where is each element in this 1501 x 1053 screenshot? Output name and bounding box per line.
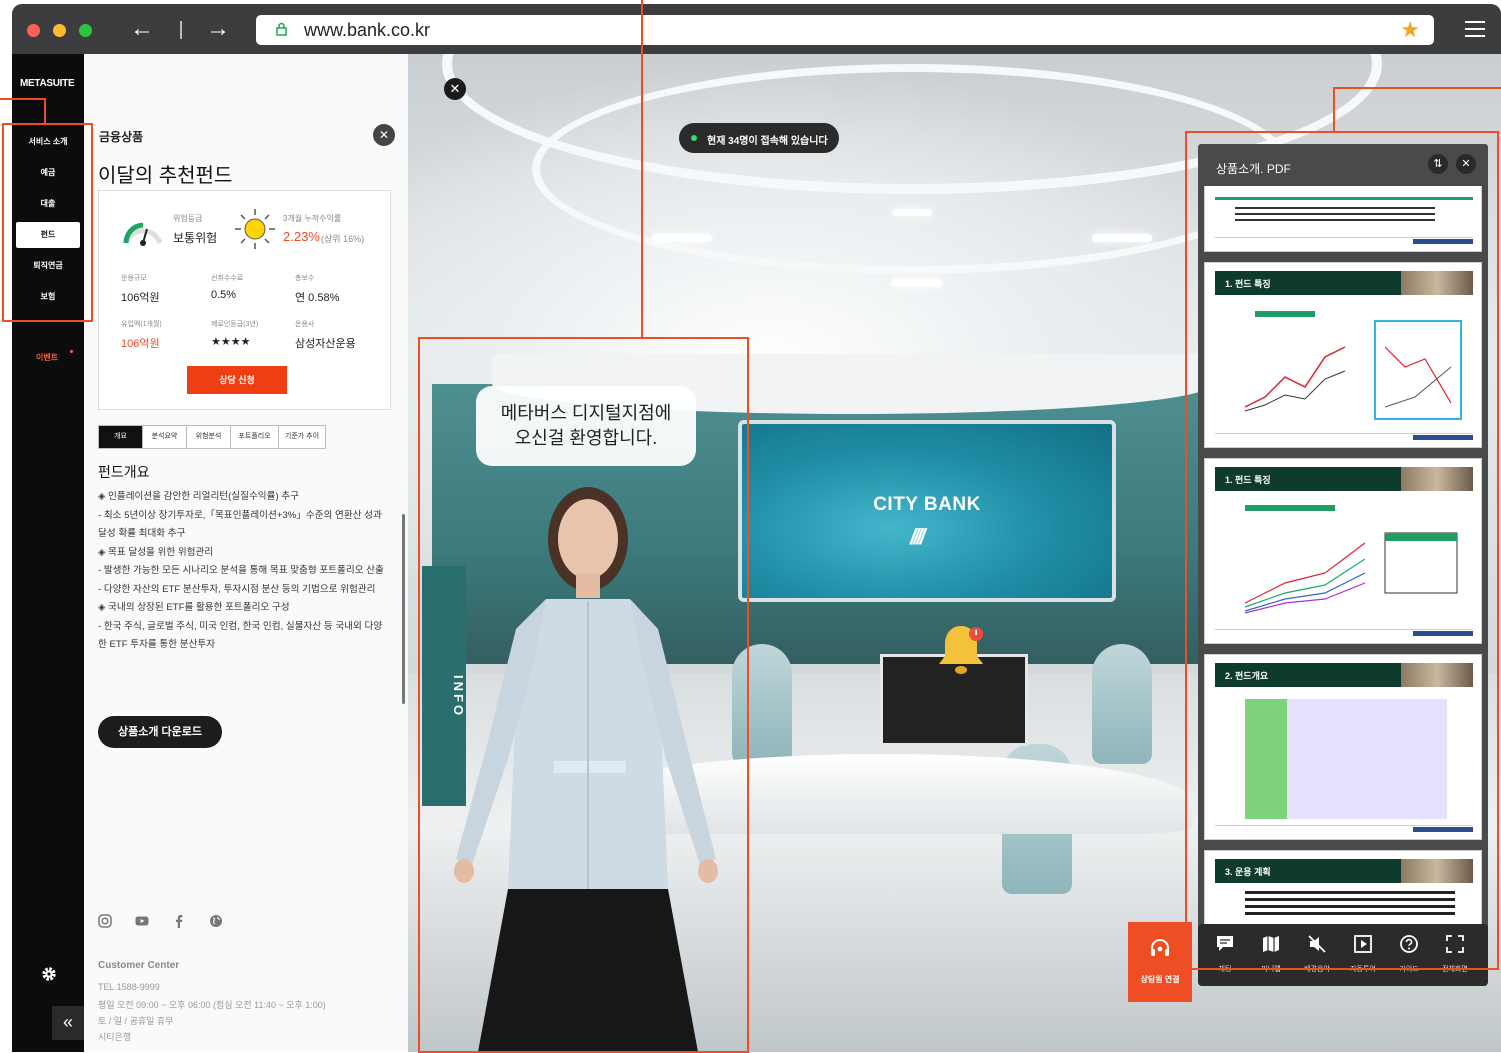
stat-label: 제로인등급(3년) [211, 321, 259, 328]
stat-value: 106억원 [121, 338, 160, 350]
highlight-connector [1333, 87, 1335, 132]
online-dot [691, 135, 697, 141]
gear-icon[interactable] [41, 966, 57, 982]
forward-arrow-icon[interactable]: → [206, 16, 230, 42]
hamburger-menu-icon[interactable] [1465, 21, 1485, 42]
ceiling-light [892, 209, 932, 216]
stat-value: 106억원 [121, 292, 160, 304]
overview-line: ◈ 국내의 상장된 ETF를 활용한 포트폴리오 구성 [98, 602, 290, 613]
close-icon[interactable]: ✕ [373, 124, 395, 146]
bookmark-star-icon[interactable]: ★ [1400, 17, 1420, 43]
highlight-avatar-area [418, 337, 749, 1053]
city-bank-logo: //// [910, 524, 926, 549]
visitor-count-text: 현재 34명이 접속해 있습니다 [707, 136, 828, 147]
url-text: www.bank.co.kr [304, 20, 431, 40]
maximize-window-button[interactable] [79, 24, 92, 37]
fund-tabs: 개요 분석요약 위험분석 포트폴리오 기준가 추이 [98, 425, 326, 449]
close-window-button[interactable] [27, 24, 40, 37]
customer-center-hours: 평일 오전 09:00 ~ 오후 06:00 (점심 오전 11:40 ~ 오후… [98, 1000, 326, 1010]
sunny-icon [235, 209, 275, 249]
stat-value: ★★★★ [211, 336, 251, 348]
tab-price-trend[interactable]: 기준가 추이 [279, 426, 325, 448]
metasuite-logo[interactable]: METASUITE [20, 78, 75, 89]
bank-display-screen: CITY BANK //// [738, 420, 1116, 602]
headset-icon [1151, 939, 1169, 956]
panel-title: 이달의 추천펀드 [98, 165, 233, 187]
address-bar[interactable]: www.bank.co.kr ★ [256, 15, 1434, 45]
collapse-sidebar-button[interactable]: « [52, 1006, 84, 1040]
youtube-icon[interactable] [135, 914, 149, 928]
stat-label: 선취수수료 [211, 275, 244, 282]
chair [1092, 644, 1152, 764]
customer-center-tel: TEL 1588-9999 [98, 982, 160, 992]
customer-center-bank: 시티은행 [98, 1032, 132, 1042]
back-arrow-icon[interactable]: ← [130, 16, 154, 42]
stat-label: 운용규모 [121, 275, 147, 282]
risk-label: 위험등급 [173, 214, 203, 223]
risk-value: 보통위험 [173, 231, 218, 245]
stat-label: 총보수 [295, 275, 315, 282]
overview-line: ◈ 목표 달성을 위한 위험관리 [98, 546, 214, 558]
tab-portfolio[interactable]: 포트폴리오 [231, 426, 279, 448]
fund-product-panel: ✕ 금융상품 ✕ 이달의 추천펀드 위험등급 보통위험 3개월 누적수익률 2.… [84, 54, 466, 1052]
screen-title: CITY BANK [873, 494, 981, 515]
ceiling-light [652, 234, 712, 242]
facebook-icon[interactable] [172, 914, 186, 928]
overview-text: ◈ 인플레이션을 감안한 리얼리턴(실질수익률) 추구 - 최소 5년이상 장기… [98, 488, 388, 655]
tab-overview[interactable]: 개요 [99, 426, 143, 448]
ceiling-ring-inner [532, 64, 1292, 274]
overview-line: - 한국 주식, 글로벌 주식, 미국 인컴, 한국 인컴, 실물자산 등 국내… [98, 620, 383, 651]
overview-line: - 발생한 가능한 모든 시나리오 분석을 통해 목표 맞춤형 포트폴리오 산출 [98, 565, 384, 576]
sidebar-item-event[interactable]: 이벤트 [36, 352, 58, 363]
highlight-sidebar-menu [2, 123, 93, 322]
return-rank: (상위 16%) [321, 234, 365, 244]
close-panel-icon[interactable]: ✕ [444, 78, 466, 100]
download-brochure-button[interactable]: 상품소개 다운로드 [98, 716, 222, 748]
notification-bell-icon[interactable] [936, 622, 986, 676]
event-new-dot [70, 350, 73, 353]
return-label: 3개월 누적수익률 [283, 214, 342, 223]
overview-line: ◈ 인플레이션을 감안한 리얼리턴(실질수익률) 추구 [98, 491, 299, 502]
return-value: 2.23% [283, 229, 320, 244]
ceiling-light [892, 279, 942, 287]
minimize-window-button[interactable] [53, 24, 66, 37]
highlight-pdf-viewer [1185, 131, 1499, 970]
stat-value: 0.5% [211, 289, 237, 301]
panel-scrollbar[interactable] [402, 514, 405, 704]
lock-icon [276, 22, 287, 36]
panel-category: 금융상품 [99, 130, 144, 144]
globe-icon[interactable] [209, 914, 223, 928]
overview-line: - 다양한 자산의 ETF 분산투자, 투자시점 분산 등의 기법으로 위험관리 [98, 583, 376, 595]
consultant-connect-label: 상담원 연결 [1140, 975, 1180, 984]
overview-title: 펀드개요 [98, 464, 150, 480]
tab-risk-analysis[interactable]: 위험분석 [187, 426, 231, 448]
stat-label: 운용사 [295, 321, 315, 328]
overview-line: - 최소 5년이상 장기투자로,「목표인플레이션+3%」수준의 연환산 성과 달… [98, 509, 382, 540]
customer-center-closed: 토 / 일 / 공휴일 휴무 [98, 1016, 174, 1026]
fund-summary-card: 위험등급 보통위험 3개월 누적수익률 2.23% (상위 16%) 운용규모 … [98, 190, 391, 410]
consultant-connect-button[interactable]: 상담원 연결 [1128, 922, 1192, 1002]
browser-toolbar: ← → www.bank.co.kr ★ [12, 4, 1501, 54]
highlight-connector [0, 98, 46, 100]
ceiling-light [1092, 234, 1152, 242]
visitor-count-badge: 현재 34명이 접속해 있습니다 [679, 123, 839, 153]
stat-value: 연 0.58% [295, 292, 340, 304]
highlight-connector [1333, 87, 1501, 89]
customer-center-title: Customer Center [98, 960, 180, 971]
stat-value: 삼성자산운용 [295, 338, 356, 350]
nav-separator [180, 21, 182, 39]
tab-analysis-summary[interactable]: 분석요약 [143, 426, 187, 448]
highlight-connector [641, 0, 643, 338]
consult-apply-button[interactable]: 상담 신청 [187, 366, 287, 394]
highlight-connector [44, 98, 46, 124]
stat-label: 유입액(1개월) [121, 321, 162, 328]
instagram-icon[interactable] [98, 914, 112, 928]
risk-gauge-icon [123, 222, 163, 246]
